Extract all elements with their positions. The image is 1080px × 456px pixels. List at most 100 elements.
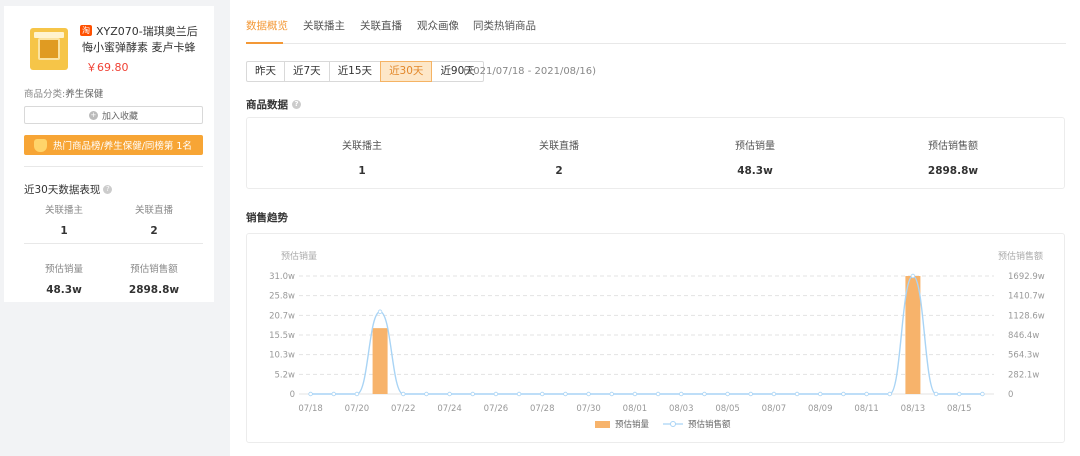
- main-panel: 数据概览 关联播主 关联直播 观众画像 同类热销商品 昨天 近7天 近15天 近…: [230, 0, 1080, 456]
- y-right-tick-label: 846.4w: [1008, 331, 1039, 341]
- revenue-point: [470, 391, 475, 397]
- stat-label: 关联播主: [44, 205, 83, 216]
- revenue-point: [308, 391, 313, 397]
- revenue-point: [748, 391, 753, 397]
- sales-trend-card: 预估销量 预估销售额 0 0 5.2w 282.1w 10.3w 564.3w 15.5w 846…: [246, 233, 1065, 443]
- revenue-point: [354, 391, 360, 397]
- metric-value: 2: [555, 165, 563, 177]
- metric-label: 预估销量: [735, 141, 775, 152]
- stat-label: 关联直播: [134, 205, 173, 216]
- x-tick-label: 07/26: [484, 404, 509, 414]
- y-left-tick-label: 20.7w: [269, 311, 295, 321]
- x-tick-label: 08/07: [762, 404, 787, 414]
- y-right-tick-label: 282.1w: [1008, 370, 1039, 380]
- x-tick-label: 08/13: [901, 404, 926, 414]
- add-favorite-label: 加入收藏: [101, 111, 138, 122]
- revenue-point: [563, 391, 568, 397]
- stat-label: 预估销量: [44, 264, 83, 275]
- add-favorite-button[interactable]: + 加入收藏: [24, 106, 203, 124]
- x-tick-label: 07/24: [437, 404, 462, 414]
- tab-bar: 数据概览 关联播主 关联直播 观众画像 同类热销商品: [246, 0, 1066, 44]
- y-right-tick-label: 1692.9w: [1008, 272, 1045, 282]
- stat-value: 2898.8w: [128, 284, 180, 296]
- revenue-point: [493, 391, 499, 397]
- revenue-point: [933, 391, 939, 397]
- metric-est-sales: 预估销量 48.3w: [655, 137, 855, 177]
- help-icon[interactable]: ?: [103, 185, 113, 194]
- product-data-title-text: 商品数据: [246, 99, 288, 111]
- trophy-icon: [34, 138, 47, 152]
- revenue-point: [609, 391, 614, 397]
- revenue-point: [655, 391, 661, 397]
- tab-related-lives[interactable]: 关联直播: [360, 18, 402, 33]
- y-left-tick-label: 31.0w: [269, 272, 295, 282]
- stat-label: 预估销售额: [130, 264, 178, 275]
- metric-label: 关联直播: [539, 141, 579, 152]
- plus-icon: +: [88, 110, 98, 120]
- revenue-point: [771, 391, 777, 397]
- revenue-point: [841, 391, 846, 397]
- recent-stats-title: 近30天数据表现 ?: [24, 182, 113, 197]
- tab-overview[interactable]: 数据概览: [246, 18, 288, 33]
- revenue-point: [424, 391, 429, 397]
- x-tick-label: 07/30: [576, 404, 601, 414]
- date-range-text: (2021/07/18 - 2021/08/16): [463, 66, 597, 77]
- product-image[interactable]: [30, 28, 68, 70]
- x-tick-label: 07/28: [530, 404, 555, 414]
- product-title[interactable]: XYZ070-瑞琪奥兰后悔小蜜弹酵素 麦卢卡蜂蜜果蔬...: [82, 24, 206, 56]
- legend-line-marker: [670, 421, 676, 427]
- revenue-point: [980, 391, 985, 397]
- tab-audience[interactable]: 观众画像: [417, 18, 459, 33]
- x-tick-label: 07/18: [298, 404, 323, 414]
- divider: [24, 243, 203, 244]
- category-value: 养生保健: [65, 89, 104, 100]
- revenue-point: [910, 273, 916, 279]
- revenue-point: [377, 309, 383, 314]
- help-icon[interactable]: ?: [292, 100, 301, 109]
- y-right-tick-label: 1410.7w: [1008, 292, 1045, 302]
- y-right-tick-label: 1128.6w: [1008, 311, 1045, 321]
- metric-label: 预估销售额: [928, 141, 978, 152]
- stat-related-streamers: 关联播主 1: [19, 202, 109, 237]
- revenue-point: [331, 391, 336, 397]
- revenue-point: [794, 391, 800, 397]
- x-tick-label: 08/01: [623, 404, 648, 414]
- sales-trend-chart[interactable]: 预估销量 预估销售额0 05.2w 282.1w10.3w 564.3w15.5w 846…: [247, 234, 1066, 444]
- y-left-tick-label: 5.2w: [275, 370, 296, 380]
- revenue-point: [447, 391, 452, 397]
- y-left-axis-title: 预估销量: [281, 250, 317, 262]
- product-data-title: 商品数据 ?: [246, 97, 301, 112]
- revenue-point: [957, 391, 962, 397]
- range-yesterday[interactable]: 昨天: [246, 61, 285, 82]
- range-30d[interactable]: 近30天: [380, 61, 433, 82]
- tab-related-streamers[interactable]: 关联播主: [303, 18, 345, 33]
- metric-related-streamers: 关联播主 1: [262, 137, 462, 177]
- x-tick-label: 08/11: [854, 404, 879, 414]
- y-left-tick-label: 0: [290, 390, 295, 400]
- x-tick-label: 08/03: [669, 404, 694, 414]
- y-left-tick-label: 15.5w: [269, 331, 295, 341]
- rank-banner[interactable]: 热门商品榜/养生保健/同榜第 1名: [24, 135, 203, 155]
- rank-label: 热门商品榜/养生保健/同榜第 1名: [53, 141, 192, 152]
- stat-est-sales: 预估销量 48.3w: [19, 261, 109, 296]
- tab-similar-products[interactable]: 同类热销商品: [473, 18, 536, 33]
- metric-est-revenue: 预估销售额 2898.8w: [853, 137, 1053, 177]
- metric-value: 48.3w: [737, 165, 773, 177]
- revenue-point: [401, 391, 406, 397]
- legend-bar-swatch: [595, 421, 610, 428]
- revenue-point: [725, 391, 730, 397]
- x-tick-label: 08/15: [947, 404, 972, 414]
- range-7d[interactable]: 近7天: [284, 61, 330, 82]
- x-tick-label: 07/22: [391, 404, 416, 414]
- revenue-point: [632, 391, 638, 397]
- x-tick-label: 08/09: [808, 404, 833, 414]
- stat-value: 1: [60, 225, 68, 237]
- metric-value: 2898.8w: [927, 165, 979, 177]
- stat-est-revenue: 预估销售额 2898.8w: [109, 261, 199, 296]
- legend-revenue-label: 预估销售额: [688, 419, 731, 430]
- range-15d[interactable]: 近15天: [328, 61, 382, 82]
- sales-trend-title: 销售趋势: [246, 212, 288, 224]
- y-left-tick-label: 25.8w: [269, 292, 295, 302]
- legend-sales-label: 预估销量: [615, 419, 650, 430]
- y-right-tick-label: 0: [1008, 390, 1013, 400]
